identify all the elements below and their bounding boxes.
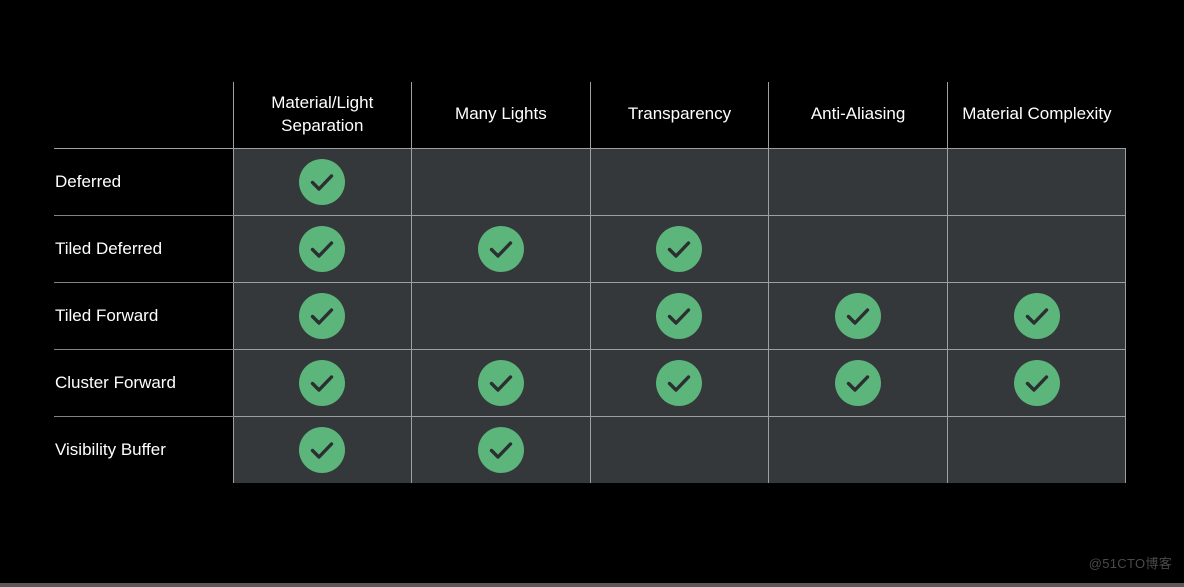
column-header-transparency: Transparency bbox=[589, 82, 769, 149]
table-cell bbox=[946, 148, 1127, 216]
table-cell bbox=[232, 416, 412, 483]
column-header-material-complexity: Material Complexity bbox=[946, 82, 1126, 149]
table-row: Tiled Forward bbox=[54, 282, 1127, 350]
empty-cell-placeholder bbox=[478, 290, 524, 336]
table-cell bbox=[768, 215, 948, 283]
empty-cell-placeholder bbox=[835, 223, 881, 269]
table-row: Visibility Buffer bbox=[54, 416, 1127, 483]
table-cell bbox=[768, 282, 948, 350]
check-circle-icon bbox=[299, 359, 346, 406]
table-corner-cell bbox=[54, 82, 233, 149]
slide-canvas: Material/Light Separation Many Lights Tr… bbox=[0, 0, 1184, 587]
row-label-visibility-buffer: Visibility Buffer bbox=[54, 416, 233, 483]
row-label-deferred: Deferred bbox=[54, 148, 233, 216]
table-header: Material/Light Separation Many Lights Tr… bbox=[54, 82, 1126, 149]
column-header-many-lights: Many Lights bbox=[411, 82, 591, 149]
check-circle-icon bbox=[477, 225, 524, 272]
table-cell bbox=[411, 416, 591, 483]
table-cell bbox=[589, 282, 769, 350]
check-circle-icon bbox=[656, 292, 703, 339]
check-circle-icon bbox=[835, 359, 882, 406]
table-row: Tiled Deferred bbox=[54, 215, 1127, 283]
check-circle-icon bbox=[477, 426, 524, 473]
check-circle-icon bbox=[1013, 359, 1060, 406]
table-cell bbox=[589, 349, 769, 417]
table-cell bbox=[232, 349, 412, 417]
table-cell bbox=[946, 349, 1127, 417]
empty-cell-placeholder bbox=[478, 156, 524, 202]
column-header-anti-aliasing: Anti-Aliasing bbox=[768, 82, 948, 149]
table-cell bbox=[411, 148, 591, 216]
row-label-tiled-deferred: Tiled Deferred bbox=[54, 215, 233, 283]
empty-cell-placeholder bbox=[1014, 223, 1060, 269]
row-label-tiled-forward: Tiled Forward bbox=[54, 282, 233, 350]
table-cell bbox=[589, 215, 769, 283]
table-body: Deferred Tiled Deferred Tiled Forward Clust… bbox=[54, 148, 1127, 483]
table-cell bbox=[946, 282, 1127, 350]
row-label-cluster-forward: Cluster Forward bbox=[54, 349, 233, 417]
table-cell bbox=[768, 349, 948, 417]
check-circle-icon bbox=[299, 225, 346, 272]
table-cell bbox=[589, 416, 769, 483]
empty-cell-placeholder bbox=[835, 424, 881, 470]
column-header-material-light-separation: Material/Light Separation bbox=[232, 82, 412, 149]
check-circle-icon bbox=[299, 158, 346, 205]
check-circle-icon bbox=[477, 359, 524, 406]
table-cell bbox=[589, 148, 769, 216]
table-cell bbox=[411, 349, 591, 417]
table-row: Cluster Forward bbox=[54, 349, 1127, 417]
check-circle-icon bbox=[835, 292, 882, 339]
header-row: Material/Light Separation Many Lights Tr… bbox=[54, 82, 1126, 149]
feature-comparison-table: Material/Light Separation Many Lights Tr… bbox=[54, 82, 1127, 483]
empty-cell-placeholder bbox=[835, 156, 881, 202]
table-cell bbox=[232, 148, 412, 216]
table-cell bbox=[946, 416, 1127, 483]
empty-cell-placeholder bbox=[1014, 424, 1060, 470]
check-circle-icon bbox=[1013, 292, 1060, 339]
table-cell bbox=[768, 416, 948, 483]
table-cell bbox=[946, 215, 1127, 283]
table-cell bbox=[232, 282, 412, 350]
check-circle-icon bbox=[299, 426, 346, 473]
table-cell bbox=[411, 282, 591, 350]
check-circle-icon bbox=[299, 292, 346, 339]
check-circle-icon bbox=[656, 359, 703, 406]
table-cell bbox=[411, 215, 591, 283]
bottom-edge-strip bbox=[0, 583, 1184, 587]
table-row: Deferred bbox=[54, 148, 1127, 216]
check-circle-icon bbox=[656, 225, 703, 272]
empty-cell-placeholder bbox=[1014, 156, 1060, 202]
empty-cell-placeholder bbox=[656, 424, 702, 470]
watermark-label: @51CTO博客 bbox=[1088, 556, 1172, 571]
table-cell bbox=[232, 215, 412, 283]
empty-cell-placeholder bbox=[656, 156, 702, 202]
table-cell bbox=[768, 148, 948, 216]
